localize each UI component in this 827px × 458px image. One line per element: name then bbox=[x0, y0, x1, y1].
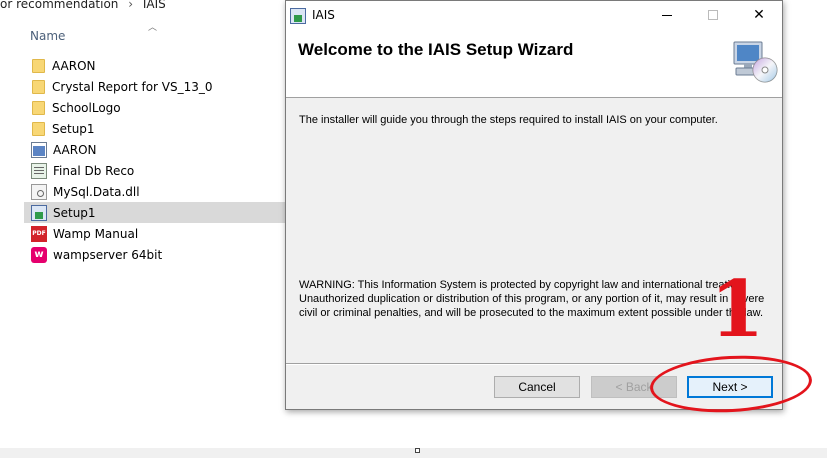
status-strip bbox=[0, 448, 827, 458]
folder-icon bbox=[32, 58, 45, 73]
file-row[interactable]: MySql.Data.dll bbox=[24, 181, 287, 202]
wamp-icon: w bbox=[31, 246, 47, 263]
file-name: wampserver 64bit bbox=[53, 247, 163, 262]
setup-wizard-dialog: IAIS ✕ Welcome to the IAIS Setup Wizard … bbox=[285, 0, 783, 410]
file-name: AARON bbox=[53, 142, 97, 157]
file-name: Setup1 bbox=[52, 121, 95, 136]
column-header-name[interactable]: Name bbox=[30, 29, 65, 43]
cancel-button[interactable]: Cancel bbox=[494, 376, 580, 398]
file-name: AARON bbox=[52, 58, 96, 73]
file-row[interactable]: w wampserver 64bit bbox=[24, 244, 287, 265]
wizard-header: Welcome to the IAIS Setup Wizard bbox=[286, 30, 782, 98]
file-name: Wamp Manual bbox=[53, 226, 139, 241]
breadcrumb-item-parent[interactable]: or recommendation bbox=[0, 0, 118, 11]
computer-cd-icon bbox=[733, 41, 778, 83]
breadcrumb-separator-icon: › bbox=[128, 0, 134, 11]
folder-icon bbox=[32, 100, 45, 115]
folder-icon bbox=[32, 79, 45, 94]
dialog-titlebar[interactable]: IAIS ✕ bbox=[286, 1, 782, 30]
file-name: Final Db Reco bbox=[53, 163, 135, 178]
file-row[interactable]: AARON bbox=[24, 55, 287, 76]
dll-icon bbox=[31, 183, 47, 200]
folder-icon bbox=[32, 121, 45, 136]
minimize-button[interactable] bbox=[644, 1, 690, 30]
application-icon bbox=[31, 141, 47, 158]
file-row[interactable]: AARON bbox=[24, 139, 287, 160]
wizard-heading: Welcome to the IAIS Setup Wizard bbox=[298, 40, 574, 59]
file-row[interactable]: Crystal Report for VS_13_0 bbox=[24, 76, 287, 97]
breadcrumb: or recommendation › IAIS bbox=[0, 0, 300, 12]
close-button[interactable]: ✕ bbox=[736, 1, 782, 30]
file-name: SchoolLogo bbox=[52, 100, 121, 115]
dialog-title: IAIS bbox=[312, 8, 335, 22]
pdf-icon: PDF bbox=[31, 225, 47, 242]
copyright-warning: WARNING: This Information System is prot… bbox=[299, 279, 765, 319]
file-row[interactable]: Setup1 bbox=[24, 202, 287, 223]
annotation-step-number: 1 bbox=[710, 264, 765, 355]
file-row[interactable]: Setup1 bbox=[24, 118, 287, 139]
maximize-icon bbox=[708, 10, 718, 20]
document-icon bbox=[31, 162, 47, 179]
file-list: AARON Crystal Report for VS_13_0 SchoolLog… bbox=[24, 55, 287, 265]
minimize-icon bbox=[662, 14, 672, 16]
installer-icon bbox=[290, 8, 306, 24]
file-row[interactable]: PDF Wamp Manual bbox=[24, 223, 287, 244]
file-row[interactable]: SchoolLogo bbox=[24, 97, 287, 118]
sort-ascending-icon: ︿ bbox=[148, 23, 158, 33]
resize-handle-bottom[interactable] bbox=[415, 448, 420, 453]
intro-text: The installer will guide you through the… bbox=[299, 114, 718, 126]
setup-icon bbox=[31, 204, 47, 221]
file-name: Crystal Report for VS_13_0 bbox=[52, 79, 213, 94]
file-name: MySql.Data.dll bbox=[53, 184, 140, 199]
maximize-button bbox=[690, 1, 736, 30]
file-name: Setup1 bbox=[53, 205, 96, 220]
file-row[interactable]: Final Db Reco bbox=[24, 160, 287, 181]
breadcrumb-item-current[interactable]: IAIS bbox=[143, 0, 166, 11]
